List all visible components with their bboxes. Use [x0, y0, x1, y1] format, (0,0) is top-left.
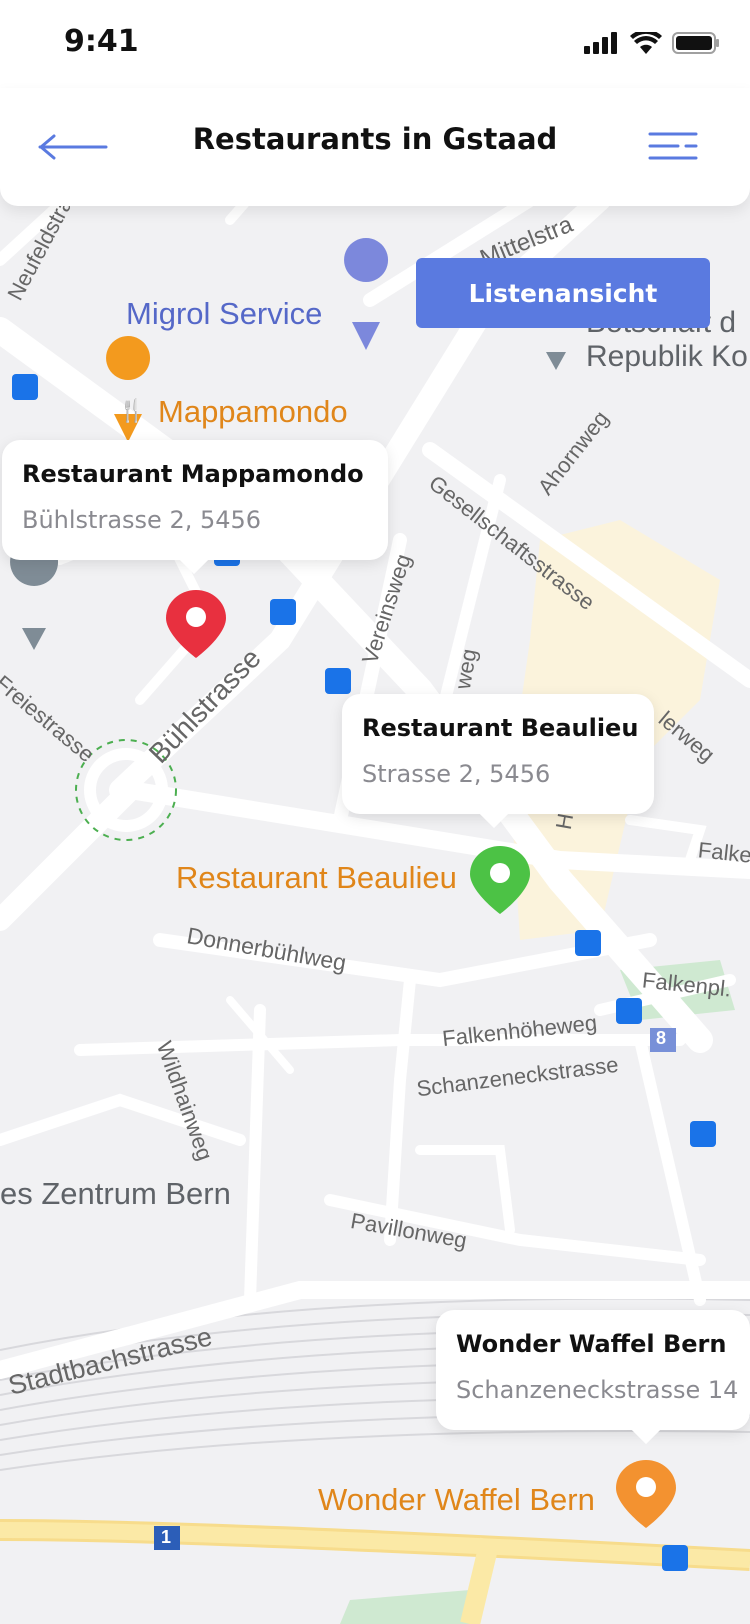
route-8-label: 8 [656, 1028, 667, 1048]
street-label: Falke [696, 837, 750, 868]
poi-label-mappamondo: Mappamondo [158, 394, 348, 429]
filter-icon[interactable] [648, 126, 698, 166]
svg-text:🍴: 🍴 [118, 398, 145, 424]
wifi-icon [630, 32, 662, 54]
restaurant-name: Restaurant Beaulieu [362, 714, 639, 742]
poi-label-zentrum: es Zentrum Bern [0, 1176, 231, 1211]
poi-label-beaulieu: Restaurant Beaulieu [176, 860, 457, 895]
map-pin-orange-icon[interactable] [614, 1458, 678, 1530]
poi-label-botschaft-2: Republik Ko [586, 340, 748, 373]
page-title: Restaurants in Gstaad [192, 122, 558, 156]
status-bar: 9:41 [0, 0, 750, 88]
map-pin-red-icon[interactable] [164, 588, 228, 660]
list-view-button[interactable]: Listenansicht [416, 258, 710, 328]
restaurant-name: Restaurant Mappamondo [22, 460, 364, 488]
restaurant-address: Bühlstrasse 2, 5456 [22, 506, 262, 534]
map-pin-green-icon[interactable] [468, 844, 532, 916]
restaurant-address: Schanzeneckstrasse 14 [456, 1376, 739, 1404]
poi-label-wonder-waffel: Wonder Waffel Bern [318, 1482, 595, 1517]
restaurant-callout[interactable]: Restaurant Mappamondo Bühlstrasse 2, 545… [2, 440, 388, 560]
top-header: Restaurants in Gstaad [0, 88, 750, 206]
restaurant-address: Strasse 2, 5456 [362, 760, 551, 788]
status-icons [584, 32, 720, 54]
restaurant-name: Wonder Waffel Bern [456, 1330, 727, 1358]
signal-icon [584, 32, 617, 54]
restaurant-callout[interactable]: Wonder Waffel Bern Schanzeneckstrasse 14 [436, 1310, 750, 1430]
route-1-label: 1 [161, 1527, 172, 1547]
status-time: 9:41 [64, 24, 139, 59]
poi-label-migrol: Migrol Service [126, 296, 323, 331]
restaurant-callout[interactable]: Restaurant Beaulieu Strasse 2, 5456 [342, 694, 654, 814]
battery-icon [672, 32, 719, 54]
